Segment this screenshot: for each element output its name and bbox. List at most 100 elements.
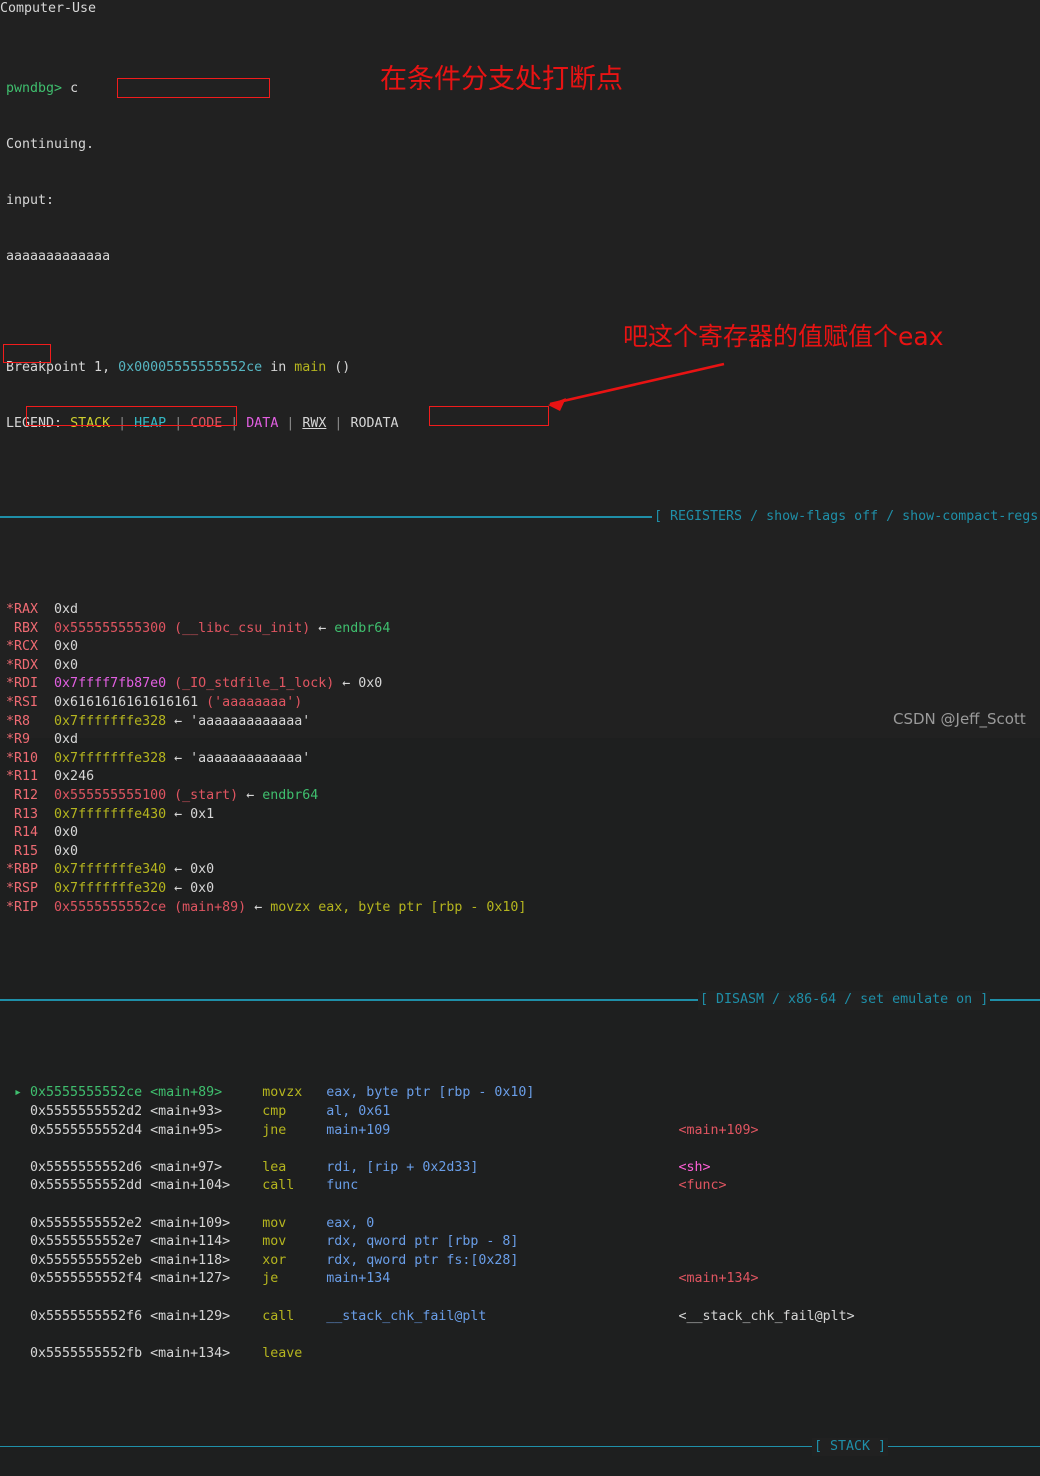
breakpoint-parens: () (334, 360, 351, 376)
register-deref-value: endbr64 (334, 620, 391, 636)
legend-sep-2: | (174, 416, 183, 432)
disasm-address: 0x5555555552d2 <main+93> (30, 1104, 247, 1120)
register-name: *R10 (6, 750, 55, 766)
disasm-row: 0x5555555552dd <main+104> call func <fun… (0, 1177, 1040, 1196)
disasm-operands: rdi, [rip + 0x2d33] (326, 1159, 479, 1175)
disasm-operands: al, 0x61 (326, 1104, 391, 1120)
disasm-blank-line (0, 1140, 1040, 1159)
legend-rwx: RWX (302, 416, 327, 432)
register-row: R13 0x7fffffffe430 ← 0x1 (0, 806, 1040, 825)
register-name: *RDX (6, 657, 55, 673)
legend-line: LEGEND: STACK | HEAP | CODE | DATA | RWX… (0, 415, 1040, 434)
register-row: *R9 0xd (0, 731, 1040, 750)
register-row: *R10 0x7fffffffe328 ← 'aaaaaaaaaaaaa' (0, 750, 1040, 769)
disasm-address: 0x5555555552e7 <main+114> (30, 1234, 247, 1250)
legend-code: CODE (190, 416, 223, 432)
register-row: *R11 0x246 (0, 768, 1040, 787)
disasm-operands: main+109 (326, 1122, 391, 1138)
disasm-current-marker (6, 1346, 30, 1361)
disasm-operands: eax, byte ptr [rbp - 0x10] (326, 1085, 535, 1101)
register-name: *RBP (6, 862, 55, 878)
disasm-address: 0x5555555552fb <main+134> (30, 1345, 247, 1361)
disasm-row: 0x5555555552f4 <main+127> je main+134 <m… (0, 1270, 1040, 1289)
register-value: 0x6161616161616161 (54, 694, 199, 710)
disasm-header-text: [ DISASM / x86-64 / set emulate on ] (698, 991, 991, 1011)
disasm-address: 0x5555555552e2 <main+109> (30, 1215, 247, 1231)
disasm-current-marker (6, 1104, 30, 1119)
register-value: 0x7fffffffe430 (54, 806, 167, 822)
annotation-register-note: 吧这个寄存器的值赋值个eax (623, 322, 944, 351)
disasm-address: 0x5555555552f6 <main+129> (30, 1308, 247, 1324)
register-name: RBX (6, 620, 55, 636)
input-label-line: input: (6, 192, 55, 208)
register-deref-arrow: ← (174, 862, 183, 878)
registers-section-banner: [ REGISTERS / show-flags off / show-comp… (0, 508, 1040, 527)
register-value: 0x0 (54, 639, 79, 655)
register-deref-value: 'aaaaaaaaaaaaa' (190, 713, 311, 729)
register-value: 0x0 (54, 657, 79, 673)
registers-list: *RAX 0xd RBX 0x555555555300 (__libc_csu_… (0, 601, 1040, 917)
input-value-line: aaaaaaaaaaaaa (6, 248, 111, 264)
disassembly-list: ▸ 0x5555555552ce <main+89> movzx eax, by… (0, 1084, 1040, 1363)
register-value: 0xd (54, 602, 79, 617)
register-name: *R9 (6, 732, 55, 748)
register-value: 0x7fffffffe328 (54, 750, 167, 766)
register-row: *RAX 0xd (0, 601, 1040, 620)
legend-sep-1: | (118, 416, 127, 432)
register-deref-arrow: ← (254, 899, 263, 915)
disasm-row: 0x5555555552eb <main+118> xor rdx, qword… (0, 1252, 1040, 1271)
disasm-mnemonic: leave (262, 1345, 327, 1361)
disasm-operands: eax, 0 (326, 1215, 375, 1231)
disasm-address: 0x5555555552f4 <main+127> (30, 1271, 247, 1287)
register-deref-value: 'aaaaaaaaaaaaa' (190, 750, 311, 766)
register-row: *RSI 0x6161616161616161 ('aaaaaaaa') (0, 694, 1040, 713)
register-value: 0x7ffff7fb87e0 (54, 676, 167, 692)
legend-label: LEGEND: (6, 416, 63, 432)
register-value: 0x555555555300 (54, 620, 167, 636)
disasm-current-marker (6, 1309, 30, 1324)
disasm-comment: <sh> (678, 1159, 711, 1175)
register-row: R12 0x555555555100 (_start) ← endbr64 (0, 787, 1040, 806)
terminal-window[interactable]: pwndbg> c Continuing. input: aaaaaaaaaaa… (0, 0, 1040, 1457)
legend-rodata: RODATA (350, 416, 399, 432)
register-deref-value: movzx eax, byte ptr [rbp - 0x10] (270, 899, 527, 915)
register-deref-value: endbr64 (262, 787, 319, 803)
register-name: *RSI (6, 694, 55, 710)
watermark: CSDN @Jeff_Scott (893, 710, 1026, 728)
register-deref-value: 0x0 (190, 880, 215, 896)
annotation-breakpoint-note: 在条件分支处打断点 (380, 64, 623, 95)
register-row: *RIP 0x5555555552ce (main+89) ← movzx ea… (0, 899, 1040, 918)
disasm-comment: <__stack_chk_fail@plt> (678, 1308, 855, 1324)
disasm-comment: <func> (678, 1178, 727, 1194)
disasm-current-marker (6, 1160, 30, 1175)
disasm-mnemonic: call (262, 1178, 327, 1194)
register-value: 0x7fffffffe340 (54, 862, 167, 878)
legend-stack: STACK (70, 416, 111, 432)
register-name: *RDI (6, 676, 55, 692)
disasm-current-marker: ▸ (6, 1085, 31, 1101)
disasm-current-marker (6, 1271, 30, 1286)
register-value: 0x5555555552ce (54, 899, 167, 915)
register-name: *R8 (6, 713, 55, 729)
register-name: *R11 (6, 769, 55, 785)
register-row: R14 0x0 (0, 824, 1040, 843)
disasm-mnemonic: jne (262, 1122, 327, 1138)
disasm-row: 0x5555555552f6 <main+129> call __stack_c… (0, 1308, 1040, 1327)
disasm-operands: func (326, 1178, 359, 1194)
register-value: 0x246 (54, 769, 95, 785)
register-symbol: ('aaaaaaaa') (206, 694, 303, 710)
disasm-row: 0x5555555552fb <main+134> leave (0, 1345, 1040, 1364)
disasm-address: 0x5555555552d6 <main+97> (30, 1159, 247, 1175)
disasm-current-marker (6, 1253, 30, 1268)
disasm-mnemonic: mov (262, 1215, 327, 1231)
registers-header-text: [ REGISTERS / show-flags off / show-comp… (652, 508, 1040, 527)
register-name: *RIP (6, 899, 55, 915)
register-symbol: (main+89) (174, 899, 247, 915)
stack-header-text: [ STACK ] (812, 1437, 889, 1457)
disasm-address: 0x5555555552dd <main+104> (30, 1178, 247, 1194)
register-name: R13 (6, 806, 55, 822)
disasm-mnemonic: lea (262, 1159, 327, 1175)
register-symbol: (__libc_csu_init) (174, 620, 311, 636)
disasm-address: 0x5555555552ce <main+89> (30, 1085, 247, 1101)
